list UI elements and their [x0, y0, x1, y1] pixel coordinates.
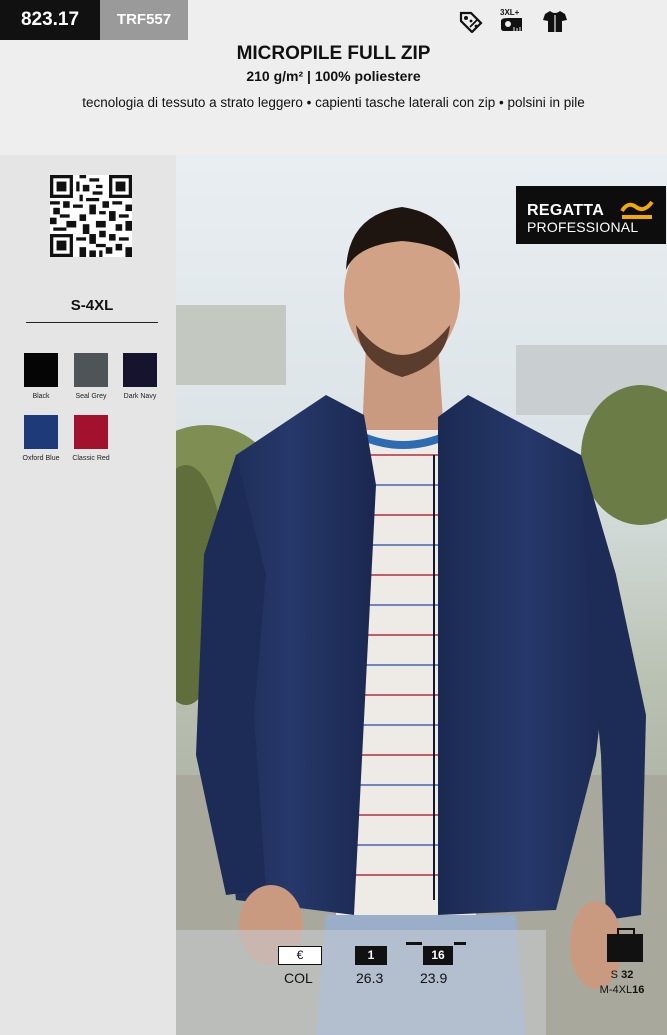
color-swatch-label: Dark Navy	[123, 393, 157, 400]
supplier-code: TRF557	[100, 0, 188, 40]
carton-icon	[607, 934, 643, 962]
brand-name: REGATTA	[527, 202, 605, 219]
brand-subline: PROFESSIONAL	[527, 219, 639, 235]
sidebar: S-4XL Black Seal Grey Dark Navy Oxford Blue…	[0, 155, 176, 1035]
qty-16-bar-right	[454, 942, 466, 945]
currency-box: €	[278, 946, 322, 965]
packaging-m-label: M-4XL	[599, 984, 633, 996]
color-swatch-dark-navy[interactable]	[123, 353, 157, 387]
packaging-m: M-4XL16	[586, 983, 658, 998]
qty-16-price: 23.9	[420, 970, 448, 986]
discount-tag-icon	[459, 11, 483, 33]
product-code: 823.17	[0, 0, 100, 40]
color-swatch-label: Classic Red	[72, 455, 110, 462]
qr-code-icon[interactable]	[50, 175, 132, 257]
qty-16-box: 16	[423, 946, 453, 965]
size-range-3xl-plus-icon: 3XL+	[500, 8, 522, 31]
product-photo	[176, 155, 667, 1035]
packaging-s: S 32	[586, 968, 658, 983]
packaging-s-label: S	[610, 969, 619, 981]
qty-1-price: 26.3	[356, 970, 384, 986]
color-swatch-seal-grey[interactable]	[74, 353, 108, 387]
model-photo-image	[176, 155, 667, 1035]
color-swatch-oxford-blue[interactable]	[24, 415, 58, 449]
tshirt-icon	[543, 11, 567, 32]
size-range-3xl-plus-text: 3XL+	[500, 8, 520, 17]
color-swatch-black[interactable]	[24, 353, 58, 387]
packaging-info: S 32 M-4XL16	[586, 968, 658, 998]
packaging-s-value: 32	[621, 969, 634, 981]
product-subtitle: 210 g/m² | 100% poliestere	[246, 68, 421, 84]
feature-icons: 3XL+	[458, 6, 568, 36]
qty-1-box: 1	[355, 946, 387, 965]
packaging-m-value: 16	[632, 984, 645, 996]
qty-16-bar-left	[406, 942, 422, 945]
brand-wave-icon	[620, 200, 654, 219]
product-header: MICROPILE FULL ZIP 210 g/m² | 100% polie…	[0, 42, 667, 114]
color-swatch-classic-red[interactable]	[74, 415, 108, 449]
brand-logo: REGATTA PROFESSIONAL	[516, 186, 666, 244]
product-features: tecnologia di tessuto a strato leggero •…	[82, 95, 585, 110]
size-range: S-4XL	[26, 297, 158, 323]
product-title: MICROPILE FULL ZIP	[236, 43, 431, 64]
col-label: COL	[284, 970, 313, 986]
